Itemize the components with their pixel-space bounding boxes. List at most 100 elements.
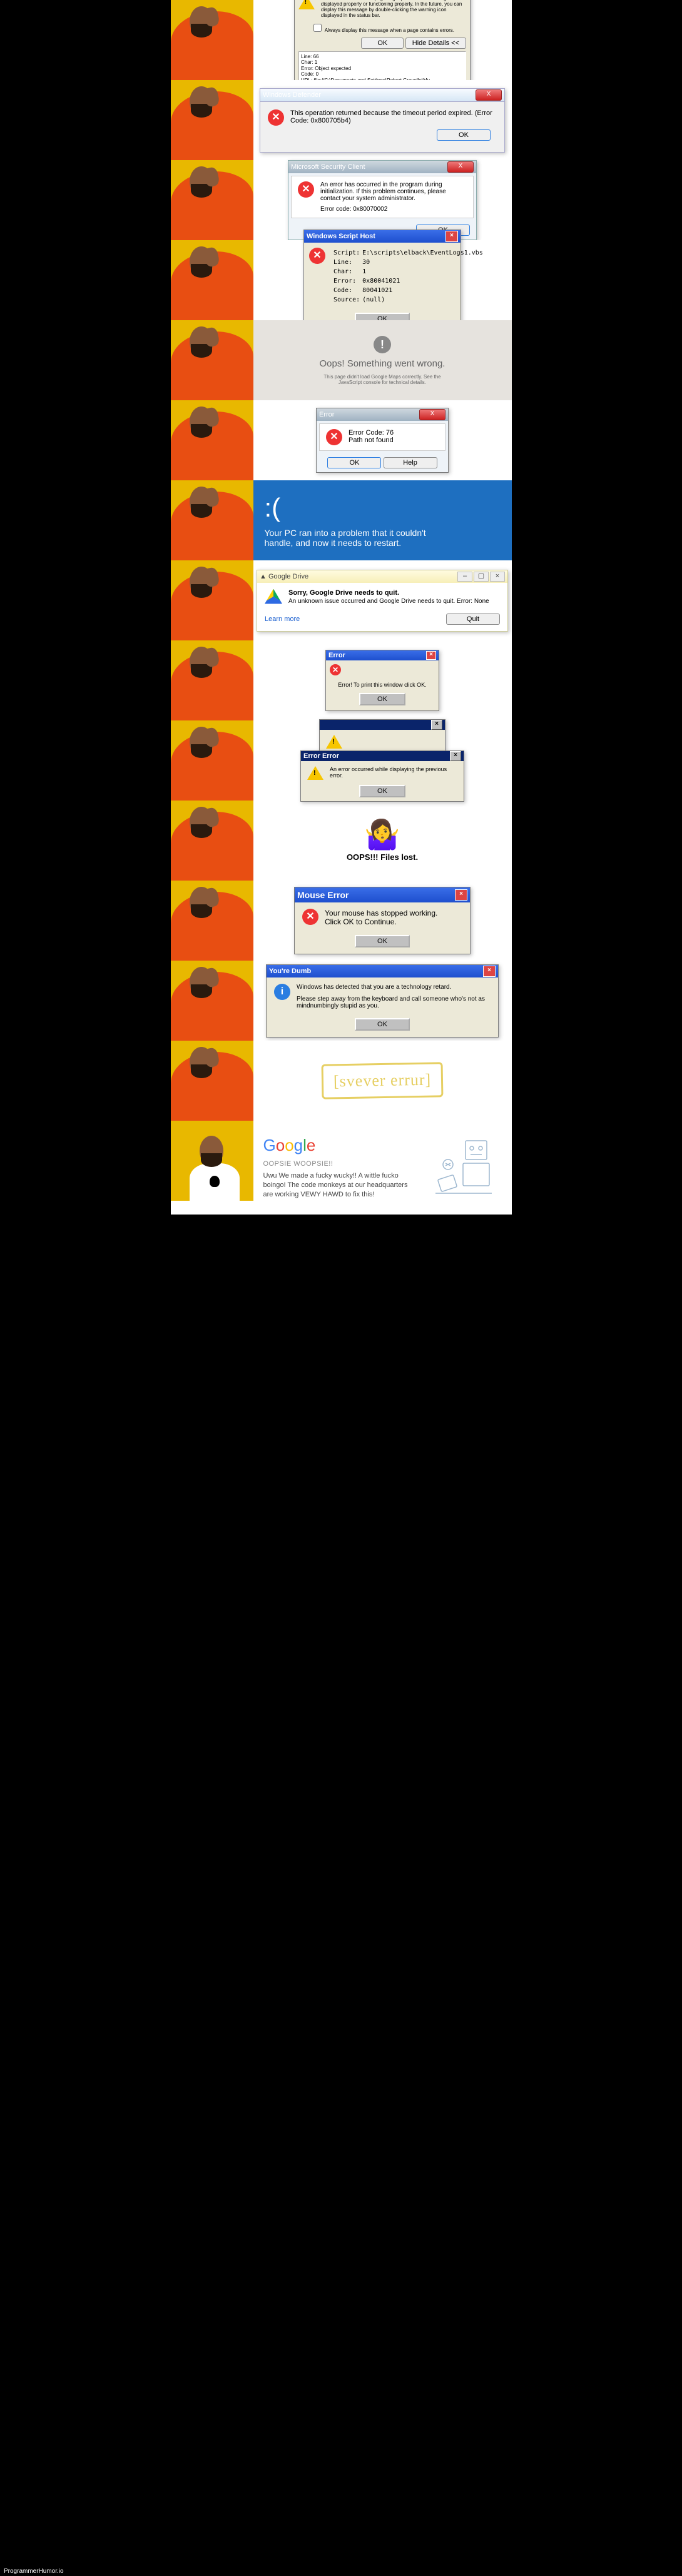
dumb-ok-button[interactable]: OK [355,1018,410,1031]
errerr-close-icon[interactable]: × [450,751,461,761]
printok-close-icon[interactable]: × [426,651,436,660]
pane-msec: Microsoft Security Client X ✕ An error h… [253,160,512,240]
gdrive-close-icon[interactable]: × [490,572,505,582]
error-icon: ✕ [309,248,325,264]
oops-sub: This page didn't load Google Maps correc… [313,374,451,385]
ie-details-button[interactable]: Hide Details << [405,38,466,49]
ie-ok-button[interactable]: OK [361,38,404,49]
pane-shrug: 🤷‍♀️ OOPS!!! Files lost. [253,801,512,881]
errerr-back-close[interactable]: × [431,720,442,730]
pane-crayon: [svever errur] [253,1041,512,1121]
err76-msg: Path not found [349,437,394,444]
gdrive-learnmore-link[interactable]: Learn more [265,615,300,623]
drake-no [171,961,253,1041]
shrug-text: OOPS!!! Files lost. [347,852,418,862]
pane-wsh: Windows Script Host × ✕ Script:E:\script… [253,240,512,320]
pane-google: Google OOPSIE WOOPSIE!! Uwu We made a fu… [253,1121,512,1215]
pane-errerr: × Error Error × An error occurred while … [253,720,512,801]
dumb-titlebar: You're Dumb × [267,965,498,977]
google-heading: OOPSIE WOOPSIE!! [263,1160,414,1168]
pane-mouse: Mouse Error × ✕ Your mouse has stopped w… [253,881,512,961]
defender-close-icon[interactable]: X [476,89,502,101]
row-wsh: Windows Script Host × ✕ Script:E:\script… [171,240,512,320]
wsh-title: Windows Script Host [307,233,375,240]
mouse-close-icon[interactable]: × [455,889,467,901]
drake-no [171,160,253,240]
gdrive-text: An unknown issue occurred and Google Dri… [288,598,500,605]
wsh-titlebar: Windows Script Host × [304,230,461,243]
defender-title: Windows Defender [263,91,321,99]
pane-gdrive: ▲ Google Drive – ▢ × Sorry, Google Drive… [253,560,512,640]
drake-no [171,240,253,320]
warning-icon [298,0,315,9]
watermark: ProgrammerHumor.io [0,2567,68,2576]
drake-no [171,80,253,160]
wsh-close-icon[interactable]: × [445,231,458,242]
msec-titlebar: Microsoft Security Client X [288,161,476,173]
err76-code: Error Code: 76 [349,429,394,437]
row-crayon: [svever errur] [171,1041,512,1121]
msec-close-icon[interactable]: X [447,161,474,173]
gdrive-max-icon[interactable]: ▢ [474,572,489,582]
drake-no [171,1041,253,1121]
bsod-line1: Your PC ran into a problem that it could… [265,528,426,538]
gdrive-min-icon[interactable]: – [457,572,472,582]
warning-icon [307,766,323,780]
warning-icon [326,735,342,749]
pane-oops: ! Oops! Something went wrong. This page … [253,320,512,400]
errerr-ok-button[interactable]: OK [359,785,405,797]
bsod-line2: handle, and now it needs to restart. [265,538,426,548]
printok-ok-button[interactable]: OK [359,693,405,705]
google-logo: Google [263,1136,414,1155]
row-dumb: You're Dumb × i Windows has detected tha… [171,961,512,1041]
err76-ok-button[interactable]: OK [327,457,381,468]
err76-help-button[interactable]: Help [384,457,437,468]
err76-title: Error [319,411,334,418]
row-errerr: × Error Error × An error occurred while … [171,720,512,801]
drake-no [171,400,253,480]
defender-ok-button[interactable]: OK [437,129,491,141]
broken-robot-icon [427,1133,502,1202]
row-err76: Error X ✕ Error Code: 76 Path not found … [171,400,512,480]
wsh-table: Script:E:\scripts\elback\EventLogs1.vbs … [332,248,485,305]
row-msec: Microsoft Security Client X ✕ An error h… [171,160,512,240]
mouse-titlebar: Mouse Error × [295,887,470,902]
ie-checkbox[interactable] [313,24,322,32]
err76-close-icon[interactable]: X [419,409,445,420]
crayon-text: [svever errur] [321,1062,443,1099]
error-icon: ✕ [302,909,318,925]
row-bsod: :( Your PC ran into a problem that it co… [171,480,512,560]
printok-text: Error! To print this window click OK. [326,679,439,693]
defender-text: This operation returned because the time… [290,109,497,124]
gdrive-quit-button[interactable]: Quit [446,614,500,625]
defender-titlebar: Windows Defender X [260,89,504,102]
drake-no [171,801,253,881]
row-shrug: 🤷‍♀️ OOPS!!! Files lost. [171,801,512,881]
ie-text: Problems with this Web page might preven… [321,0,466,18]
mouse-ok-button[interactable]: OK [355,935,410,947]
drake-no [171,720,253,801]
gdrive-heading: Sorry, Google Drive needs to quit. [288,589,500,597]
row-oops: ! Oops! Something went wrong. This page … [171,320,512,400]
drake-no [171,560,253,640]
drake-no [171,881,253,961]
error-icon: ✕ [330,664,341,675]
meme-container: Internet Explorer × Problems with this W… [171,0,512,1215]
shrug-emoji-icon: 🤷‍♀️ [347,820,418,849]
row-printok: Error × ✕ Error! To print this window cl… [171,640,512,720]
error-icon: ✕ [326,429,342,445]
err76-titlebar: Error X [317,408,448,421]
errerr-text: An error occurred while displaying the p… [330,766,457,779]
oops-heading: Oops! Something went wrong. [313,358,451,369]
drake-no [171,480,253,560]
pane-ie: Internet Explorer × Problems with this W… [253,0,512,80]
dumb-close-icon[interactable]: × [483,966,496,977]
pane-dumb: You're Dumb × i Windows has detected tha… [253,961,512,1041]
row-gdrive: ▲ Google Drive – ▢ × Sorry, Google Drive… [171,560,512,640]
row-mouse: Mouse Error × ✕ Your mouse has stopped w… [171,881,512,961]
pane-printok: Error × ✕ Error! To print this window cl… [253,640,512,720]
gdrive-icon: ▲ [260,573,267,580]
gdrive-titlebar: ▲ Google Drive – ▢ × [257,570,507,583]
errerr-back-titlebar: × [320,720,445,730]
msec-code: Error code: 0x80070002 [320,206,467,213]
